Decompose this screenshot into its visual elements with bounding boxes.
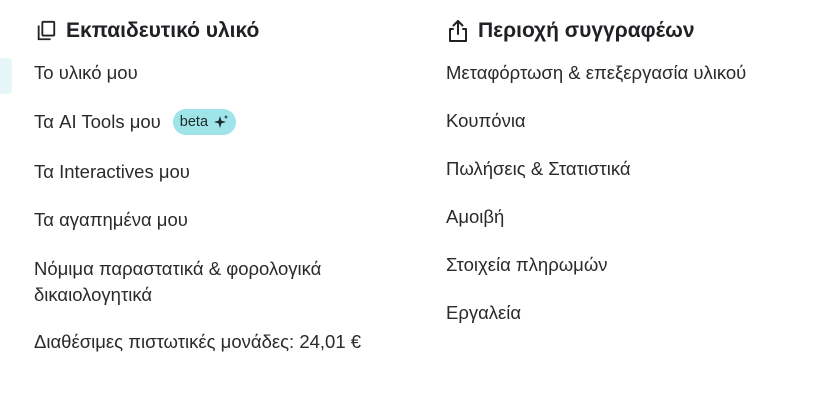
educational-material-heading: Εκπαιδευτικό υλικό (34, 16, 394, 46)
sidebar-edge-tab (0, 58, 12, 94)
menu-item-my-ai-tools[interactable]: Τα AI Tools μου beta (34, 109, 394, 135)
menu-item-my-material[interactable]: Το υλικό μου (34, 60, 394, 86)
authors-area-heading: Περιοχή συγγραφέων (446, 16, 826, 46)
menu-item-my-favorites[interactable]: Τα αγαπημένα μου (34, 207, 394, 233)
educational-material-column: Εκπαιδευτικό υλικό Το υλικό μου Τα AI To… (34, 16, 394, 355)
menu-item-coupons[interactable]: Κουπόνια (446, 108, 826, 134)
menu-item-tools[interactable]: Εργαλεία (446, 300, 826, 326)
menu-item-upload-edit-material[interactable]: Μεταφόρτωση & επεξεργασία υλικού (446, 60, 826, 86)
menu-item-my-ai-tools-label: Τα AI Tools μου (34, 111, 161, 132)
menu-item-available-credits[interactable]: Διαθέσιμες πιστωτικές μονάδες: 24,01 € (34, 329, 394, 355)
educational-material-menu: Το υλικό μου Τα AI Tools μου beta Τα Int… (34, 60, 394, 355)
educational-material-title: Εκπαιδευτικό υλικό (66, 19, 260, 42)
authors-area-title: Περιοχή συγγραφέων (478, 19, 695, 42)
menu-item-payment-fee[interactable]: Αμοιβή (446, 204, 826, 230)
authors-area-column: Περιοχή συγγραφέων Μεταφόρτωση & επεξεργ… (446, 16, 826, 348)
menu-item-sales-statistics[interactable]: Πωλήσεις & Στατιστικά (446, 156, 826, 182)
menu-item-legal-tax-documents[interactable]: Νόμιμα παραστατικά & φορολογικά δικαιολο… (34, 256, 394, 308)
menu-item-my-interactives[interactable]: Τα Interactives μου (34, 159, 394, 185)
authors-area-menu: Μεταφόρτωση & επεξεργασία υλικού Κουπόνι… (446, 60, 826, 326)
sparkle-icon (213, 114, 229, 130)
beta-badge: beta (172, 109, 237, 135)
copy-icon (34, 19, 58, 43)
menu-item-payment-details[interactable]: Στοιχεία πληρωμών (446, 252, 826, 278)
beta-badge-label: beta (179, 114, 209, 130)
upload-share-icon (446, 19, 470, 43)
